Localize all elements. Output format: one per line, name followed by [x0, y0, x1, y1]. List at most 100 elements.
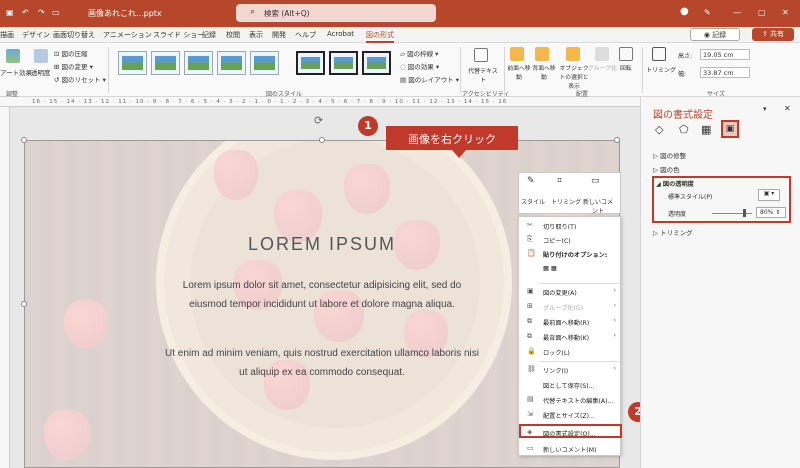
tab-slideshow[interactable]: スライド ショー	[153, 30, 204, 40]
menu-item-cut[interactable]: ✂ 切り取り(T)	[519, 220, 620, 232]
compress-button[interactable]: ⊡ 図の圧縮	[54, 48, 88, 58]
tab-draw[interactable]: 描画	[0, 30, 14, 40]
menu-item-copy[interactable]: ⎘ コピー(C)	[519, 234, 620, 246]
section-picture-color[interactable]: ▷ 図の色	[653, 164, 680, 174]
redo-icon[interactable]: ↷	[38, 8, 45, 17]
pen-icon[interactable]: ✎	[704, 8, 711, 17]
tab-help[interactable]: ヘルプ	[295, 30, 316, 40]
tab-picture-format[interactable]: 図の形式	[366, 30, 394, 43]
picture-style-5[interactable]	[250, 51, 279, 75]
picture-style-8[interactable]	[362, 51, 391, 75]
selection-pane-icon[interactable]	[566, 47, 580, 61]
height-input[interactable]: 19.05 cm	[700, 49, 750, 60]
style-icon[interactable]: ✎	[527, 176, 535, 186]
resize-handle[interactable]	[21, 301, 27, 307]
crop-icon[interactable]	[652, 47, 666, 61]
send-back-icon[interactable]	[535, 47, 549, 61]
resize-handle[interactable]	[21, 137, 27, 143]
change-picture-button[interactable]: ⊞ 図の変更 ▾	[54, 61, 93, 71]
picture-layout-label: 図のレイアウト	[408, 76, 454, 84]
picture-style-1[interactable]	[118, 51, 147, 75]
minimize-icon[interactable]: —	[733, 8, 741, 17]
preset-dropdown[interactable]: ▣ ▾	[758, 189, 780, 201]
pane-close-icon[interactable]: ✕	[784, 104, 791, 113]
undo-icon[interactable]: ↶	[22, 8, 29, 17]
share-button[interactable]: ⇪ 共有	[752, 28, 794, 41]
tab-developer[interactable]: 開発	[272, 30, 286, 40]
save-icon[interactable]: ▣	[6, 8, 14, 17]
alt-text-icon: ▤	[527, 395, 534, 403]
picture-tab-icon[interactable]: ▣	[721, 120, 739, 138]
rotate-label[interactable]: 回転	[620, 63, 632, 72]
menu-item-link[interactable]: ⛓ リンク(I) ›	[519, 364, 620, 376]
transparency-slider-track[interactable]	[712, 213, 752, 214]
tab-review[interactable]: 校閲	[226, 30, 240, 40]
menu-item-change-picture[interactable]: ▣ 図の変更(A) ›	[519, 286, 620, 298]
menu-item-new-comment[interactable]: ▭ 新しいコメント(M)	[519, 443, 620, 455]
resize-handle[interactable]	[319, 137, 325, 143]
new-comment-mini-button[interactable]: 新しいコメント	[581, 197, 615, 215]
tab-design[interactable]: デザイン	[22, 30, 50, 40]
menu-item-send-back[interactable]: ⧉ 最背面へ移動(K) ›	[519, 331, 620, 343]
crop-mini-button[interactable]: トリミング	[551, 197, 581, 206]
effects-icon[interactable]: ⬠	[679, 123, 689, 136]
paste-picture-icon[interactable]: ▦ ▦	[543, 265, 557, 272]
crop-mini-icon[interactable]: ⌗	[557, 176, 562, 186]
crop-label[interactable]: トリミング	[646, 65, 676, 74]
tab-view[interactable]: 表示	[249, 30, 263, 40]
divider	[108, 47, 109, 93]
comment-icon[interactable]: ▭	[591, 176, 600, 186]
tab-acrobat[interactable]: Acrobat	[327, 30, 354, 38]
search-input[interactable]: ⌕ 検索 (Alt+Q)	[236, 4, 436, 22]
close-icon[interactable]: ✕	[782, 8, 789, 17]
alt-text-icon[interactable]	[474, 48, 488, 62]
picture-style-6[interactable]	[296, 51, 325, 75]
picture-style-7[interactable]	[329, 51, 358, 75]
tab-record[interactable]: 記録	[202, 30, 216, 40]
bring-front-label[interactable]: 前面へ移動	[507, 63, 531, 81]
transparency-icon[interactable]	[34, 49, 48, 63]
width-input[interactable]: 33.87 cm	[700, 67, 750, 78]
menu-item-lock[interactable]: 🔒 ロック(L)	[519, 346, 620, 358]
transparency-slider-handle[interactable]	[743, 209, 746, 217]
section-crop[interactable]: ▷ トリミング	[653, 227, 693, 237]
picture-layout-button[interactable]: ▤ 図のレイアウト ▾	[400, 74, 459, 84]
selection-pane-label[interactable]: オブジェクトの選択と表示	[558, 63, 590, 90]
menu-item-size-position[interactable]: ⇲ 配置とサイズ(Z)...	[519, 409, 620, 421]
send-back-label[interactable]: 背面へ移動	[532, 63, 556, 81]
section-picture-corrections[interactable]: ▷ 図の修整	[653, 150, 686, 160]
fill-line-icon[interactable]: ◇	[655, 123, 663, 136]
rotate-icon[interactable]	[619, 47, 633, 61]
style-button[interactable]: スタイル	[521, 197, 545, 206]
reset-picture-button[interactable]: ↺ 図のリセット ▾	[54, 74, 106, 84]
pane-options-icon[interactable]: ▾	[763, 105, 767, 113]
section-transparency-header[interactable]: ◢ 図の透明度	[656, 179, 694, 188]
alt-text-label[interactable]: 代替テキスト	[466, 66, 500, 84]
mini-toolbar: ✎ スタイル ⌗ トリミング ▭ 新しいコメント	[518, 172, 621, 215]
transparency-label[interactable]: 透明度	[31, 67, 51, 77]
picture-style-2[interactable]	[151, 51, 180, 75]
tab-transitions[interactable]: 画面切り替え	[53, 30, 95, 40]
bring-front-icon[interactable]	[510, 47, 524, 61]
format-picture-pane: 図の書式設定 ▾ ✕ ◇ ⬠ ▦ ▣ ▷ 図の修整 ▷ 図の色 ▷ トリミング	[640, 97, 800, 468]
menu-item-save-as-picture[interactable]: 図として保存(S)...	[519, 379, 620, 391]
rotate-handle-icon[interactable]: ⟳	[314, 114, 323, 127]
record-button[interactable]: ◉ 記録	[690, 28, 740, 41]
art-effects-icon[interactable]	[6, 49, 20, 63]
account-icon[interactable]: ●	[680, 6, 689, 17]
picture-style-4[interactable]	[217, 51, 246, 75]
picture-effect-button[interactable]: ◌ 図の効果 ▾	[400, 61, 439, 71]
paste-option-icons[interactable]: ▦ ▦	[519, 263, 620, 275]
size-properties-icon[interactable]: ▦	[701, 123, 711, 136]
maximize-icon[interactable]: ▢	[758, 8, 766, 17]
tab-animations[interactable]: アニメーション	[103, 30, 152, 40]
search-icon: ⌕	[250, 7, 256, 17]
picture-style-3[interactable]	[184, 51, 213, 75]
transparency-value-input[interactable]: 80% ⇕	[756, 207, 786, 218]
picture-border-button[interactable]: ▱ 図の枠線 ▾	[400, 48, 438, 58]
resize-handle[interactable]	[614, 137, 620, 143]
menu-item-bring-front[interactable]: ⧉ 最前面へ移動(R) ›	[519, 316, 620, 328]
menu-item-edit-alt-text[interactable]: ▤ 代替テキストの編集(A)...	[519, 394, 620, 406]
art-effects-label[interactable]: アート効果	[0, 67, 32, 77]
slideshow-icon[interactable]: ▭	[52, 8, 60, 17]
